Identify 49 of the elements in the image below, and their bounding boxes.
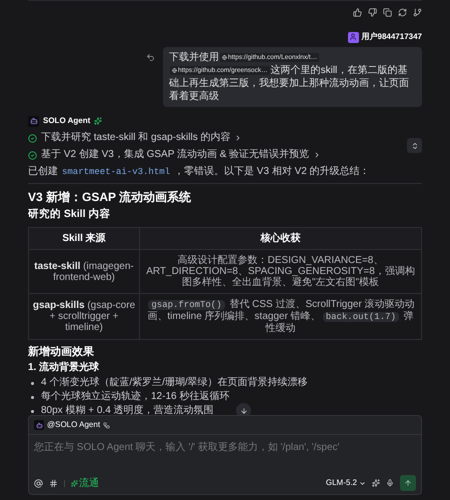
microphone-icon[interactable] xyxy=(386,479,394,487)
bullet-text: 4 个渐变光球（靛蓝/紫罗兰/珊瑚/翠绿）在页面背景持续漂移 xyxy=(41,377,308,389)
bullet-text: 80px 模糊 + 0.4 透明度，营造流动氛围 xyxy=(41,405,214,417)
agent-avatar xyxy=(28,116,39,126)
globe-icon xyxy=(222,55,227,60)
thumbs-down-icon[interactable] xyxy=(368,8,377,17)
user-name: 用户9844717347 xyxy=(362,31,422,43)
section-heading: V3 新增：GSAP 流动动画系统 xyxy=(28,190,192,204)
chat-composer[interactable]: @SOLO Agent 您正在与 SOLO Agent 聊天，输入 '/' 获取更多能力，如 '/plan', '/spec' 流通 GLM-5.2 xyxy=(28,415,422,495)
table-header: 核心收获 xyxy=(140,228,422,250)
mode-toggle[interactable]: 流通 xyxy=(71,476,99,490)
table-cell: gsap.fromTo() 替代 CSS 过渡、ScrollTrigger 滚动驱动动画、timeline 序列编排、stagger 错峰、 back.out(1.7) 弹性缓动 xyxy=(140,294,422,340)
bullet-icon xyxy=(31,410,34,412)
section-heading: 新增动画效果 xyxy=(28,346,94,359)
hash-icon[interactable] xyxy=(49,478,58,488)
collapse-button[interactable] xyxy=(407,138,422,153)
sparkle-icon xyxy=(71,480,78,486)
sparkle-icon xyxy=(94,117,102,125)
chevron-down-icon xyxy=(359,480,366,486)
table-cell: taste-skill (imagegen-frontend-web) xyxy=(28,250,140,294)
summary-text: 已创建 smartmeet-ai-v3.html ，零错误。以下是 V3 相对 V2 的升级总结： xyxy=(28,166,371,178)
table-cell: 高级设计配置参数：DESIGN_VARIANCE=8、ART_DIRECTION=8、SPACING_GENEROSITY=8，强调构图多样性、全出血背景、避免"左文右图"模板 xyxy=(140,250,422,294)
agent-mention: @SOLO Agent xyxy=(47,419,100,431)
arrow-down-icon xyxy=(240,406,248,414)
branch-icon[interactable] xyxy=(413,8,422,17)
table-cell: gsap-skills (gsap-core + scrolltrigger + timeline) xyxy=(28,294,140,340)
copy-icon[interactable] xyxy=(383,8,392,17)
agent-name: SOLO Agent xyxy=(43,115,90,127)
agent-avatar xyxy=(34,420,44,430)
model-select[interactable]: GLM-5.2 xyxy=(326,477,366,489)
arrow-up-icon xyxy=(404,479,412,487)
list-heading: 1. 流动背景光球 xyxy=(28,362,100,374)
refresh-icon[interactable] xyxy=(398,8,407,17)
send-button[interactable] xyxy=(400,475,416,491)
mention-icon[interactable] xyxy=(34,478,43,488)
step-link[interactable]: 下载并研究 taste-skill 和 gsap-skills 的内容 xyxy=(41,132,230,144)
up-down-chevron-icon xyxy=(410,142,418,150)
step-link[interactable]: 基于 V2 创建 V3，集成 GSAP 流动动画 & 验证无错误并预览 xyxy=(41,149,310,161)
subsection-heading: 研究的 Skill 内容 xyxy=(28,208,112,221)
sparkle-icon[interactable] xyxy=(372,479,380,487)
table-header: Skill 来源 xyxy=(28,228,140,250)
bullet-icon xyxy=(31,382,34,384)
bullet-icon xyxy=(31,396,34,398)
thumbs-up-icon[interactable] xyxy=(353,8,362,17)
user-avatar xyxy=(348,32,358,42)
undo-icon[interactable] xyxy=(146,53,155,62)
globe-icon xyxy=(172,68,177,73)
bullet-text: 每个光球独立运动轨迹，12-16 秒往返循环 xyxy=(41,391,230,403)
chat-input[interactable]: 您正在与 SOLO Agent 聊天，输入 '/' 获取更多能力，如 '/plan', '/spec' xyxy=(29,435,421,475)
